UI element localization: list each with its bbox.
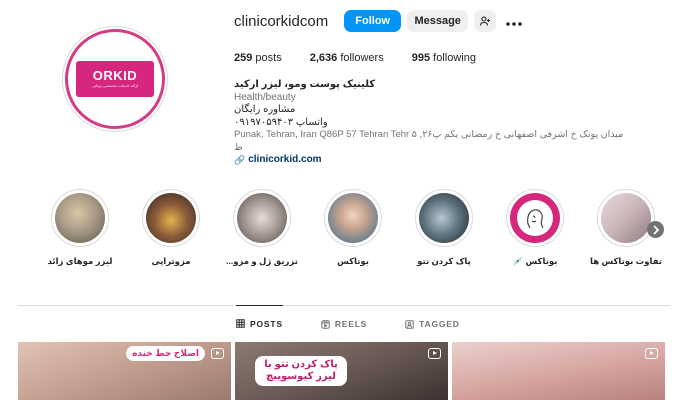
add-person-icon [480, 16, 491, 26]
highlight-cover [419, 193, 469, 243]
highlight-item[interactable]: تزریق ژل و مزو... [226, 189, 298, 267]
tagged-icon [405, 319, 414, 329]
highlight-item[interactable]: بوتاکس 💉 [499, 189, 571, 267]
highlight-ring [597, 189, 655, 247]
followers-label: followers [340, 52, 384, 64]
grid-icon [236, 319, 245, 328]
follow-button[interactable]: Follow [344, 10, 402, 32]
highlight-ring [506, 189, 564, 247]
highlight-cover [510, 193, 560, 243]
story-highlights: لیزر موهای زائد مزوتراپی تزریق ژل و مزو.… [44, 189, 664, 274]
link-icon: 🔗 [234, 155, 246, 165]
posts-label: posts [255, 52, 282, 64]
highlight-cover [601, 193, 651, 243]
highlight-item[interactable]: پاک کردن تتو [408, 189, 480, 267]
tab-posts-label: POSTS [250, 318, 283, 329]
highlight-label: بوتاکس [337, 256, 369, 266]
highlight-label: تفاوت بوتاکس ها [590, 256, 662, 266]
highlights-next-button[interactable] [647, 221, 664, 238]
display-name: کلینیک پوست ومو، لیزر ارکید [234, 79, 376, 90]
address-text[interactable]: Punak, Tehran, Iran Q86P 57 Tehran Tehr … [234, 129, 634, 154]
tab-tagged[interactable]: TAGGED [405, 306, 460, 342]
website-link[interactable]: 🔗 clinicorkid.com [234, 154, 634, 167]
reel-icon [428, 348, 441, 359]
reels-icon [321, 319, 330, 329]
highlight-label: مزوتراپی [151, 256, 191, 266]
profile-bio: کلینیک پوست ومو، لیزر ارکید Health/beaut… [234, 79, 634, 167]
message-button[interactable]: Message [407, 10, 469, 32]
posts-grid: اصلاح خط خنده پاک کردن تتو با لیزر کیوسو… [18, 342, 665, 400]
followers-stat[interactable]: 2,636 followers [310, 52, 384, 64]
reel-icon [211, 348, 224, 359]
post-thumbnail[interactable] [452, 342, 665, 400]
highlight-cover [237, 193, 287, 243]
highlight-item[interactable]: بوتاکس [317, 189, 389, 267]
highlight-ring [324, 189, 382, 247]
highlight-item[interactable]: مزوتراپی [135, 189, 207, 267]
bio-line-whatsapp: واتساپ ۰۹۱۹۷۰۵۹۴۰۳ [234, 116, 328, 128]
highlight-item[interactable]: لیزر موهای زائد [44, 189, 116, 267]
profile-tabs: POSTS REELS TAGGED [236, 305, 498, 342]
logo-subtitle: ارائه خدمات تخصصی زیبایی [91, 83, 139, 88]
following-stat[interactable]: 995 following [412, 52, 476, 64]
posts-count: 259 [234, 52, 253, 64]
highlight-cover [146, 193, 196, 243]
highlight-ring [415, 189, 473, 247]
post-thumbnail[interactable]: اصلاح خط خنده [18, 342, 231, 400]
brand-logo: ORKID ارائه خدمات تخصصی زیبایی [76, 61, 154, 97]
more-icon [506, 22, 523, 26]
profile-stats: 259 posts 2,636 followers 995 following [234, 52, 504, 64]
highlight-label: لیزر موهای زائد [47, 256, 113, 266]
followers-count: 2,636 [309, 52, 338, 64]
tab-reels[interactable]: REELS [321, 306, 367, 342]
chevron-right-icon [652, 224, 659, 235]
post-caption: اصلاح خط خنده [126, 346, 205, 361]
face-outline-icon [527, 209, 544, 229]
more-options-button[interactable] [506, 13, 523, 29]
highlight-ring [233, 189, 291, 247]
reel-icon [645, 348, 658, 359]
highlight-label: بوتاکس 💉 [512, 256, 558, 266]
username: clinicorkidcom [234, 12, 329, 30]
following-count: 995 [411, 52, 431, 64]
post-thumbnail[interactable]: پاک کردن تتو با لیزر کیوسوییچ [235, 342, 448, 400]
logo-text: ORKID [92, 68, 138, 83]
website-link-text: clinicorkid.com [248, 154, 322, 165]
avatar-ring: ORKID ارائه خدمات تخصصی زیبایی [65, 29, 165, 129]
highlight-cover [328, 193, 378, 243]
highlight-ring [142, 189, 200, 247]
tab-tagged-label: TAGGED [419, 319, 460, 329]
posts-stat: 259 posts [234, 52, 282, 64]
profile-header: clinicorkidcom Follow Message [234, 9, 523, 33]
suggested-accounts-button[interactable] [474, 10, 497, 32]
bio-line-consult: مشاوره رایگان [234, 104, 296, 115]
highlight-ring [51, 189, 109, 247]
post-caption: پاک کردن تتو با لیزر کیوسوییچ [255, 356, 347, 386]
highlight-label: تزریق ژل و مزو... [226, 256, 298, 266]
following-label: following [433, 52, 476, 64]
category-label: Health/beauty [234, 91, 296, 103]
tab-reels-label: REELS [334, 319, 368, 329]
highlight-cover [55, 193, 105, 243]
tab-posts[interactable]: POSTS [236, 305, 283, 341]
highlight-label: پاک کردن تتو [417, 256, 471, 266]
profile-avatar[interactable]: ORKID ارائه خدمات تخصصی زیبایی [62, 26, 168, 132]
